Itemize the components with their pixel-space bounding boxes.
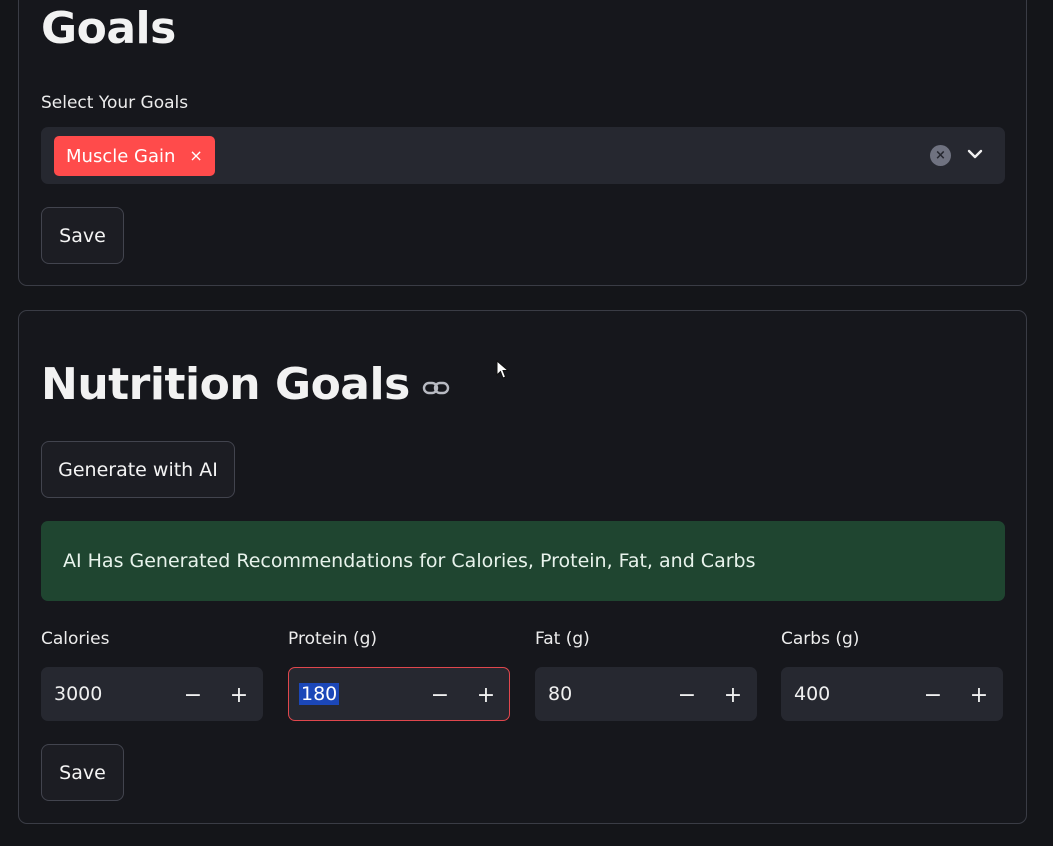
goals-save-button[interactable]: Save bbox=[41, 207, 124, 264]
goals-select-label: Select Your Goals bbox=[41, 93, 189, 113]
protein-increment-button[interactable]: + bbox=[469, 678, 503, 712]
nutrition-title: Nutrition Goals bbox=[41, 359, 410, 410]
clear-icon[interactable]: × bbox=[930, 145, 951, 166]
carbs-decrement-button[interactable]: − bbox=[916, 678, 950, 712]
protein-value[interactable]: 180 bbox=[299, 683, 340, 705]
chevron-down-icon[interactable] bbox=[965, 144, 985, 164]
goals-card: Goals Select Your Goals Muscle Gain × × … bbox=[18, 0, 1027, 286]
carbs-input[interactable]: 400 − + bbox=[781, 667, 1003, 721]
generate-with-ai-button[interactable]: Generate with AI bbox=[41, 441, 235, 498]
fat-increment-button[interactable]: + bbox=[716, 678, 750, 712]
carbs-label: Carbs (g) bbox=[781, 629, 860, 649]
protein-label: Protein (g) bbox=[288, 629, 378, 649]
protein-input[interactable]: 180 − + bbox=[288, 667, 510, 721]
nutrition-card: Nutrition Goals Generate with AI AI Has … bbox=[18, 310, 1027, 824]
goal-tag-muscle-gain: Muscle Gain × bbox=[54, 136, 215, 176]
nutrition-title-row: Nutrition Goals bbox=[41, 359, 450, 410]
goals-title: Goals bbox=[41, 3, 176, 54]
calories-increment-button[interactable]: + bbox=[222, 678, 256, 712]
nutrition-save-button[interactable]: Save bbox=[41, 744, 124, 801]
carbs-increment-button[interactable]: + bbox=[962, 678, 996, 712]
calories-decrement-button[interactable]: − bbox=[176, 678, 210, 712]
fat-decrement-button[interactable]: − bbox=[670, 678, 704, 712]
fat-value[interactable]: 80 bbox=[548, 683, 572, 705]
fat-input[interactable]: 80 − + bbox=[535, 667, 757, 721]
fat-label: Fat (g) bbox=[535, 629, 590, 649]
goal-tag-label: Muscle Gain bbox=[66, 145, 176, 167]
mouse-cursor-icon bbox=[496, 360, 510, 379]
protein-decrement-button[interactable]: − bbox=[423, 678, 457, 712]
calories-label: Calories bbox=[41, 629, 110, 649]
goals-multiselect[interactable]: Muscle Gain × × bbox=[41, 127, 1005, 184]
calories-input[interactable]: 3000 − + bbox=[41, 667, 263, 721]
tag-remove-icon[interactable]: × bbox=[189, 148, 202, 164]
carbs-value[interactable]: 400 bbox=[794, 683, 830, 705]
calories-value[interactable]: 3000 bbox=[54, 683, 102, 705]
success-alert: AI Has Generated Recommendations for Cal… bbox=[41, 521, 1005, 601]
link-icon[interactable] bbox=[422, 374, 450, 402]
